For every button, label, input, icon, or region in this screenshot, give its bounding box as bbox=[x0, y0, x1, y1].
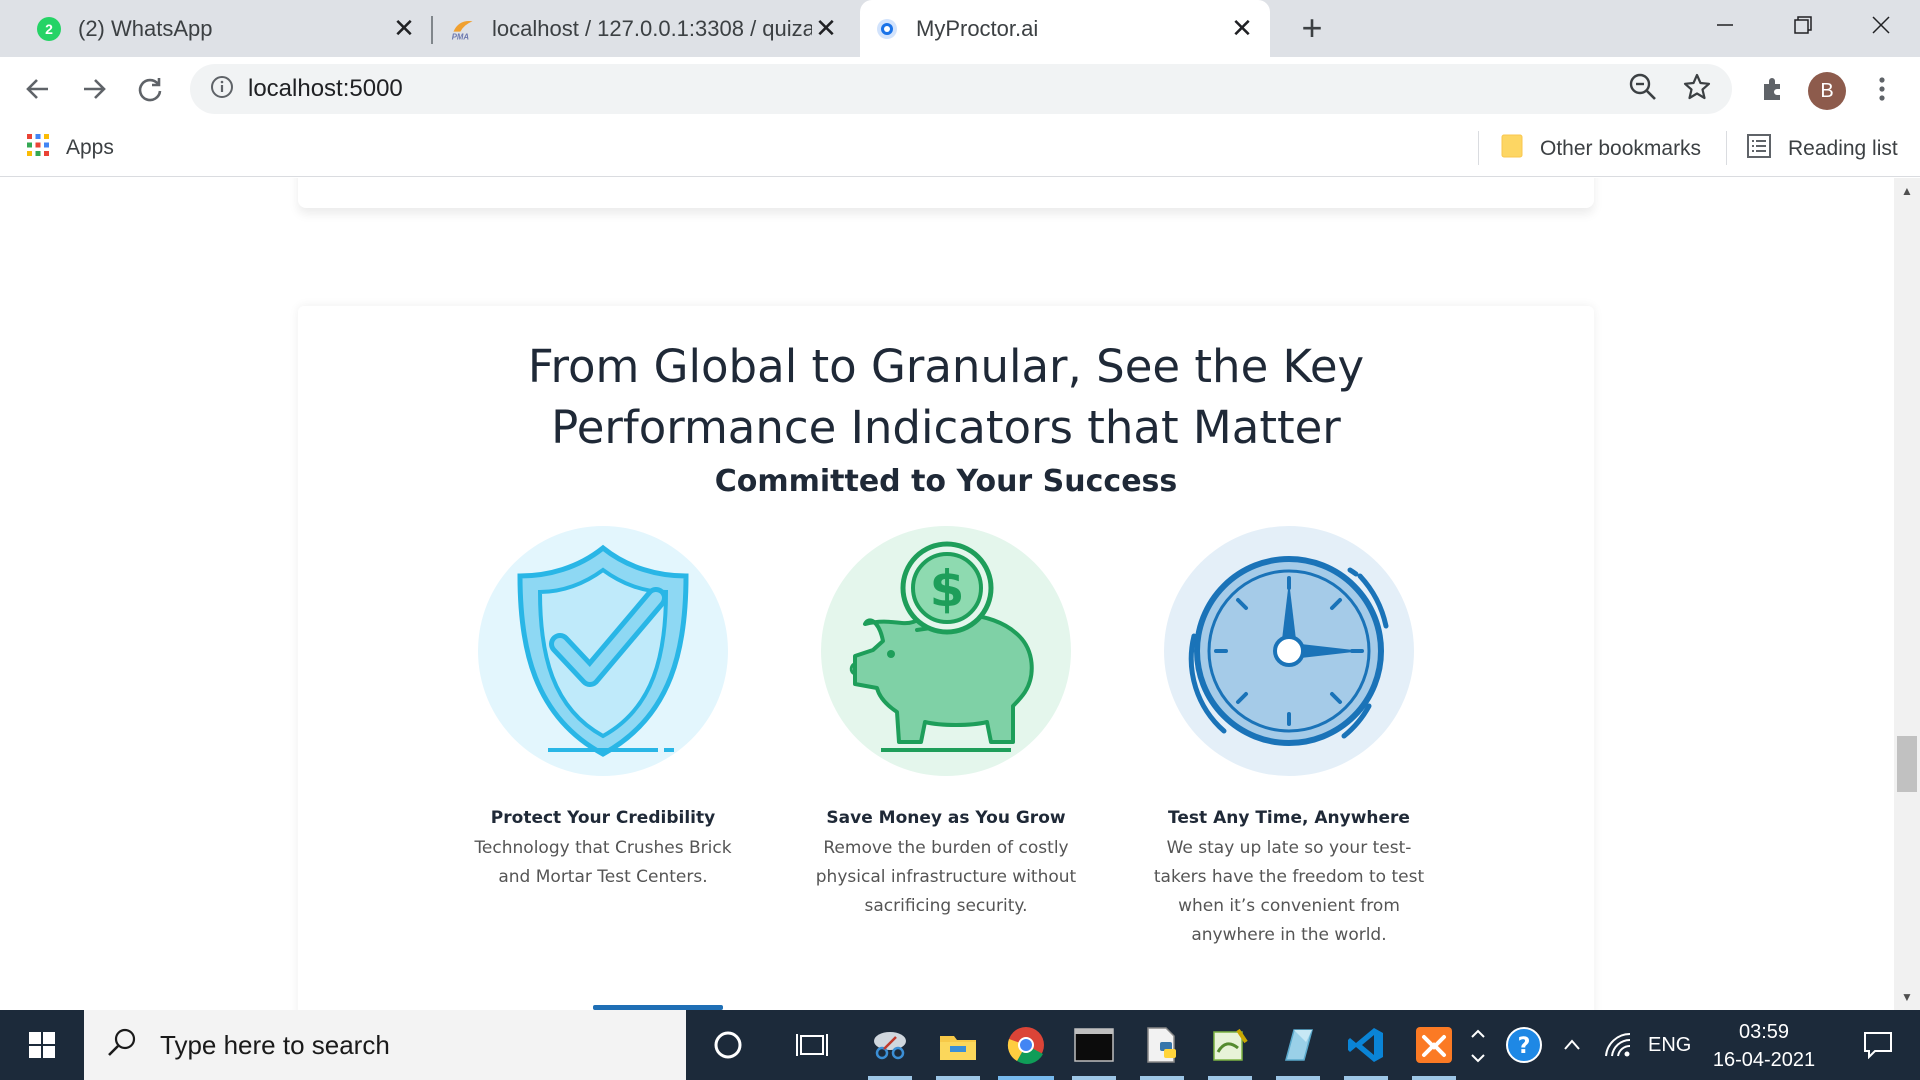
editor-app-icon[interactable] bbox=[1264, 1010, 1332, 1080]
scroll-thumb[interactable] bbox=[1897, 736, 1917, 792]
tab-myproctor[interactable]: MyProctor.ai ✕ bbox=[860, 0, 1270, 57]
piggy-bank-icon: $ bbox=[821, 526, 1071, 776]
close-window-button[interactable] bbox=[1842, 0, 1920, 50]
page-viewport: From Global to Granular, See the Key Per… bbox=[0, 178, 1894, 1010]
bookmarks-bar: Apps Other bookmarks Reading list bbox=[0, 121, 1920, 177]
vscode-icon[interactable] bbox=[1332, 1010, 1400, 1080]
zoom-icon[interactable] bbox=[1628, 72, 1658, 107]
svg-text:2: 2 bbox=[45, 21, 53, 37]
clock-icon bbox=[1164, 526, 1414, 776]
folder-icon bbox=[1500, 133, 1524, 165]
section-headline: From Global to Granular, See the Key Per… bbox=[298, 336, 1594, 458]
svg-text:$: $ bbox=[930, 560, 965, 618]
back-button[interactable] bbox=[16, 67, 60, 111]
feature-title: Test Any Time, Anywhere bbox=[1168, 808, 1410, 828]
bookmark-star-icon[interactable] bbox=[1682, 72, 1712, 107]
chrome-icon[interactable] bbox=[992, 1010, 1060, 1080]
svg-text:PMA: PMA bbox=[452, 32, 470, 41]
reading-list[interactable]: Reading list bbox=[1746, 133, 1898, 165]
minimize-button[interactable] bbox=[1686, 0, 1764, 50]
file-explorer-icon[interactable] bbox=[924, 1010, 992, 1080]
python-idle-icon[interactable] bbox=[1128, 1010, 1196, 1080]
search-icon bbox=[106, 1026, 138, 1065]
site-info-icon[interactable] bbox=[210, 75, 234, 104]
feature-credibility: Protect Your Credibility Technology that… bbox=[463, 526, 743, 892]
search-placeholder: Type here to search bbox=[160, 1029, 390, 1060]
cortana-icon[interactable] bbox=[694, 1010, 762, 1080]
xampp-icon[interactable] bbox=[1400, 1010, 1468, 1080]
clock-time: 03:59 bbox=[1738, 1021, 1790, 1043]
help-icon[interactable]: ? bbox=[1504, 1010, 1544, 1080]
start-button[interactable] bbox=[0, 1010, 84, 1080]
feature-title: Save Money as You Grow bbox=[826, 808, 1066, 828]
reload-button[interactable] bbox=[128, 67, 172, 111]
bookmark-separator bbox=[1478, 131, 1479, 165]
whatsapp-icon: 2 bbox=[36, 16, 62, 42]
task-view-icon[interactable] bbox=[778, 1010, 846, 1080]
close-tab-icon[interactable]: ✕ bbox=[812, 13, 840, 43]
scroll-down-arrow-icon[interactable]: ▼ bbox=[1894, 984, 1920, 1010]
forward-button[interactable] bbox=[72, 67, 116, 111]
section-subheading: Committed to Your Success bbox=[714, 464, 1178, 499]
headline-line-2: Performance Indicators that Matter bbox=[551, 401, 1341, 454]
shield-check-icon bbox=[478, 526, 728, 776]
close-tab-icon[interactable]: ✕ bbox=[390, 13, 418, 43]
clock-date: 16-04-2021 bbox=[1712, 1049, 1816, 1071]
browser-toolbar: localhost:5000 B bbox=[0, 57, 1920, 121]
wifi-icon[interactable] bbox=[1604, 1010, 1632, 1080]
notepad-plus-icon[interactable] bbox=[1196, 1010, 1264, 1080]
phpmyadmin-icon: PMA bbox=[450, 16, 476, 42]
menu-kebab-icon[interactable] bbox=[1860, 67, 1904, 111]
tab-separator bbox=[431, 16, 433, 44]
other-bookmarks[interactable]: Other bookmarks bbox=[1500, 133, 1701, 165]
feature-any-time: Test Any Time, Anywhere We stay up late … bbox=[1149, 526, 1429, 950]
tab-strip: 2 (2) WhatsApp ✕ PMA localhost / 127.0.0… bbox=[0, 0, 1920, 57]
bookmark-separator bbox=[1726, 131, 1727, 165]
url-text: localhost:5000 bbox=[248, 75, 403, 102]
terminal-icon[interactable] bbox=[1060, 1010, 1128, 1080]
headline-line-1: From Global to Granular, See the Key bbox=[527, 340, 1365, 393]
new-tab-button[interactable]: + bbox=[1292, 7, 1332, 48]
taskbar-search-input[interactable]: Type here to search bbox=[84, 1010, 686, 1080]
taskbar-clock[interactable]: 03:59 16-04-2021 bbox=[1694, 1018, 1834, 1074]
extensions-icon[interactable] bbox=[1750, 67, 1794, 111]
tab-whatsapp[interactable]: 2 (2) WhatsApp ✕ bbox=[36, 0, 418, 57]
feature-save-money: $ Save Money as You Grow Remove the burd… bbox=[806, 526, 1086, 921]
page-scrollbar[interactable]: ▲ ▼ bbox=[1894, 178, 1920, 1010]
myproctor-favicon-icon bbox=[874, 16, 900, 42]
tab-title: localhost / 127.0.0.1:3308 / quiza bbox=[492, 15, 812, 41]
windows-logo-icon bbox=[29, 1032, 55, 1058]
apps-label: Apps bbox=[66, 136, 114, 159]
scroll-up-arrow-icon[interactable]: ▲ bbox=[1894, 178, 1920, 204]
feature-description: We stay up late so your test- takers hav… bbox=[1153, 838, 1425, 945]
windows-taskbar: Type here to search ? ENG 03:59 16-04-20… bbox=[0, 1010, 1920, 1080]
feature-description: Remove the burden of costly physical inf… bbox=[815, 838, 1077, 916]
window-controls bbox=[1686, 0, 1920, 50]
kpi-section-card: From Global to Granular, See the Key Per… bbox=[298, 306, 1594, 1010]
tab-title: (2) WhatsApp bbox=[78, 15, 213, 41]
snipping-tool-icon[interactable] bbox=[856, 1010, 924, 1080]
reading-list-label: Reading list bbox=[1788, 137, 1898, 160]
feature-title: Protect Your Credibility bbox=[490, 808, 716, 828]
other-bookmarks-label: Other bookmarks bbox=[1540, 137, 1702, 160]
feature-description: Technology that Crushes Brick and Mortar… bbox=[474, 838, 732, 887]
apps-bookmark[interactable]: Apps bbox=[26, 133, 114, 163]
show-hidden-icons-icon[interactable] bbox=[1562, 1010, 1582, 1080]
tray-scroll[interactable] bbox=[1468, 1010, 1488, 1080]
previous-section-card bbox=[298, 178, 1594, 208]
svg-text:?: ? bbox=[1518, 1034, 1531, 1059]
apps-grid-icon bbox=[26, 133, 50, 163]
address-bar[interactable]: localhost:5000 bbox=[190, 64, 1732, 114]
action-center-icon[interactable] bbox=[1836, 1010, 1920, 1080]
language-indicator[interactable]: ENG bbox=[1648, 1010, 1691, 1080]
restore-button[interactable] bbox=[1764, 0, 1842, 50]
tab-title: MyProctor.ai bbox=[916, 15, 1039, 41]
reading-list-icon bbox=[1746, 133, 1772, 165]
profile-avatar[interactable]: B bbox=[1808, 72, 1846, 110]
close-tab-icon[interactable]: ✕ bbox=[1228, 13, 1256, 43]
tab-phpmyadmin[interactable]: PMA localhost / 127.0.0.1:3308 / quiza ✕ bbox=[450, 0, 840, 57]
